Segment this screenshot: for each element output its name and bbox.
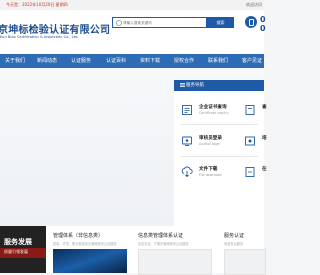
nav-item-contact[interactable]: 联系我们 xyxy=(208,54,228,68)
welcome-text: 欢迎访问 xyxy=(246,2,262,7)
column-title-mgmt[interactable]: 管理体系（非信息类） xyxy=(53,232,103,239)
hotline-number: 0 xyxy=(260,15,266,24)
nav-item-partnership[interactable]: 授权合作 xyxy=(174,54,194,68)
column-image-info[interactable] xyxy=(138,249,212,275)
service-title: 在 xyxy=(262,167,267,172)
promo-title: 服务发展 xyxy=(4,238,32,246)
search-input[interactable] xyxy=(123,18,203,27)
service-desc: Certificate inquiry xyxy=(199,111,229,115)
promo-subtitle: 质量引领发展 xyxy=(4,249,28,254)
service-nav-header: 服务导航 xyxy=(174,80,264,91)
site-header: 京坤标检验认证有限公司 Kun Biao Certification & Ins… xyxy=(0,10,266,56)
course-icon xyxy=(245,136,255,146)
column-title-info[interactable]: 信息类管理体系认证 xyxy=(138,232,183,239)
search-icon xyxy=(116,20,122,26)
certificate-icon xyxy=(182,105,192,115)
nav-item-cert-services[interactable]: 认证服务 xyxy=(71,54,91,68)
service-title: 查 xyxy=(262,105,267,110)
search-button[interactable]: 搜索 xyxy=(207,17,234,28)
column-image-mgmt[interactable] xyxy=(53,249,127,273)
login-icon xyxy=(182,136,192,146)
company-name-en: Kun Biao Certification & Inspection Co.,… xyxy=(0,35,79,39)
nav-item-about[interactable]: 关于我们 xyxy=(5,54,25,68)
divider xyxy=(180,124,258,125)
menu-icon xyxy=(180,82,185,87)
nav-item-downloads[interactable]: 资料下载 xyxy=(140,54,160,68)
main-nav: 关于我们 新闻动态 认证服务 认证百科 资料下载 授权合作 联系我们 客户见证 xyxy=(0,54,264,68)
service-title: 培 xyxy=(262,136,267,141)
service-title: 文件下载 xyxy=(199,167,218,172)
column-title-service[interactable]: 服务认证 xyxy=(224,232,244,239)
top-bar: 今天是：2022年10月20日 星期四 欢迎访问 xyxy=(0,0,264,10)
current-date: 今天是：2022年10月20日 星期四 xyxy=(6,2,68,7)
search-bar: 搜索 xyxy=(112,17,234,28)
file-icon xyxy=(245,167,255,177)
search-box xyxy=(112,17,207,28)
service-desc: File download xyxy=(199,173,222,177)
service-nav-panel: 服务导航 企业证书查询 Certificate inquiry 审核员登录 Au… xyxy=(174,80,267,226)
hotline-number-2: 0 xyxy=(260,24,266,33)
download-icon xyxy=(181,166,193,178)
column-sub-mgmt: 质量、环境、职业健康安全管理体系认证服务 xyxy=(53,242,117,246)
service-nav-title: 服务导航 xyxy=(186,83,204,88)
column-sub-service: 商品售后服务 xyxy=(224,242,244,246)
service-title: 企业证书查询 xyxy=(199,105,227,110)
column-sub-info: 信息安全、IT服务管理体系认证服务 xyxy=(138,242,189,246)
divider xyxy=(180,156,258,157)
nav-item-testimonials[interactable]: 客户见证 xyxy=(242,54,262,68)
nav-item-cert-wiki[interactable]: 认证百科 xyxy=(106,54,126,68)
company-name[interactable]: 京坤标检验认证有限公司 xyxy=(0,21,110,36)
service-desc: Auditor login xyxy=(199,142,221,146)
file-icon xyxy=(245,105,255,115)
service-title: 审核员登录 xyxy=(199,136,222,141)
promo-banner[interactable]: 服务发展 质量引领发展 xyxy=(0,226,46,273)
nav-item-news[interactable]: 新闻动态 xyxy=(37,54,57,68)
phone-icon xyxy=(245,16,257,28)
column-image-service[interactable] xyxy=(224,249,266,275)
